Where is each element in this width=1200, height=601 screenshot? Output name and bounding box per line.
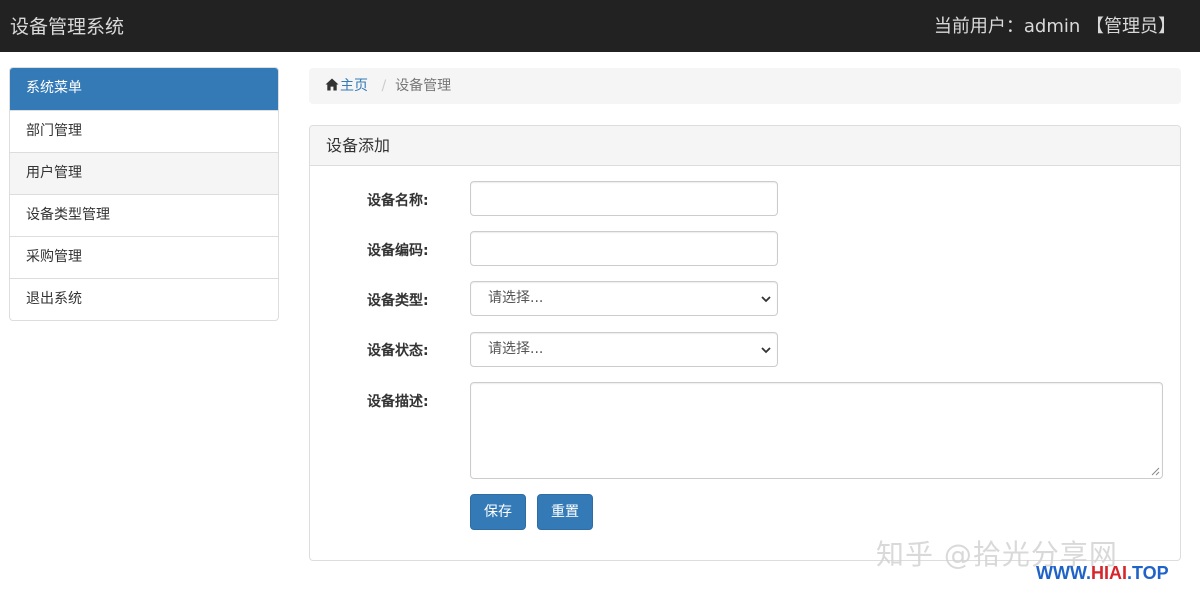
sidebar-item-device-types[interactable]: 设备类型管理 — [10, 194, 278, 236]
breadcrumb-current: 设备管理 — [395, 78, 452, 94]
device-status-select[interactable]: 请选择... — [470, 332, 778, 367]
device-status-selected: 请选择... — [488, 341, 544, 357]
device-status-label: 设备状态: — [367, 343, 429, 359]
reset-button[interactable]: 重置 — [537, 494, 593, 530]
sidebar-item-purchasing[interactable]: 采购管理 — [10, 236, 278, 278]
breadcrumb: 主页 / 设备管理 — [309, 68, 1181, 104]
sidebar-menu: 系统菜单 部门管理 用户管理 设备类型管理 采购管理 退出系统 — [9, 67, 279, 321]
device-code-label: 设备编码: — [367, 243, 429, 259]
device-description-textarea[interactable] — [470, 382, 1163, 479]
top-navbar: 设备管理系统 当前用户：admin 【管理员】 — [0, 0, 1200, 52]
device-name-input[interactable] — [470, 181, 778, 216]
home-icon — [325, 78, 339, 91]
chevron-down-icon — [761, 296, 771, 303]
site-watermark-prefix: WWW. — [1036, 563, 1091, 583]
device-type-label: 设备类型: — [367, 293, 429, 309]
save-button[interactable]: 保存 — [470, 494, 526, 530]
resize-grip-icon[interactable] — [1151, 467, 1160, 476]
device-add-panel: 设备添加 设备名称: 设备编码: 设备类型: 请选择... 设备状态: 请选择.… — [309, 125, 1181, 561]
app-title[interactable]: 设备管理系统 — [10, 12, 124, 39]
device-description-label: 设备描述: — [367, 394, 429, 410]
panel-title: 设备添加 — [310, 126, 1180, 166]
sidebar-title: 系统菜单 — [10, 68, 278, 110]
device-name-label: 设备名称: — [367, 193, 429, 209]
device-type-select[interactable]: 请选择... — [470, 281, 778, 316]
breadcrumb-home-link[interactable]: 主页 — [325, 78, 372, 94]
sidebar-item-users[interactable]: 用户管理 — [10, 152, 278, 194]
device-type-selected: 请选择... — [488, 290, 544, 306]
breadcrumb-separator: / — [381, 78, 387, 94]
site-watermark-suffix: .TOP — [1126, 563, 1169, 583]
current-user-info: 当前用户：admin 【管理员】 — [933, 16, 1176, 37]
device-code-input[interactable] — [470, 231, 778, 266]
sidebar-item-department[interactable]: 部门管理 — [10, 110, 278, 152]
breadcrumb-home-label[interactable]: 主页 — [340, 78, 368, 94]
site-watermark-brand: HIAI — [1090, 563, 1127, 583]
sidebar-item-logout[interactable]: 退出系统 — [10, 278, 278, 320]
site-watermark: WWW.HIAI.TOP — [1036, 563, 1169, 584]
chevron-down-icon — [761, 347, 771, 354]
